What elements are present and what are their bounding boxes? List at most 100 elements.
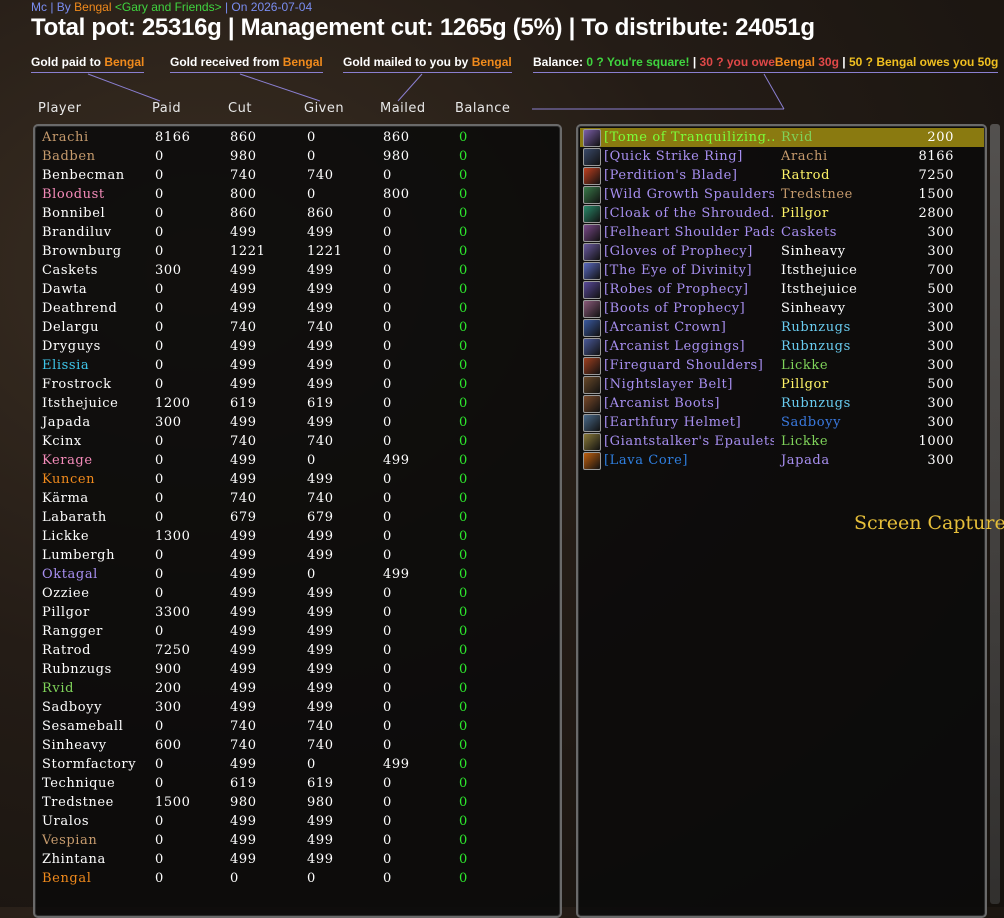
given-value: 499 (307, 377, 334, 392)
player-row[interactable]: Dryguys 0 499 499 0 0 (35, 337, 560, 356)
loot-row[interactable]: [Wild Growth Spaulders] Tredstnee 1500 (580, 185, 984, 204)
player-row[interactable]: Pillgor 3300 499 499 0 0 (35, 603, 560, 622)
player-name: Ratrod (42, 643, 92, 658)
player-row[interactable]: Bengal 0 0 0 0 0 (35, 869, 560, 888)
item-link[interactable]: [The Eye of Divinity] (604, 263, 774, 278)
orb-icon (583, 262, 601, 280)
item-link[interactable]: [Cloak of the Shrouded... (604, 206, 774, 221)
player-row[interactable]: Arachi 8166 860 0 860 0 (35, 128, 560, 147)
loot-row[interactable]: [Quick Strike Ring] Arachi 8166 (580, 147, 984, 166)
player-row[interactable]: Labarath 0 679 679 0 0 (35, 508, 560, 527)
player-row[interactable]: Technique 0 619 619 0 0 (35, 774, 560, 793)
player-row[interactable]: Frostrock 0 499 499 0 0 (35, 375, 560, 394)
player-row[interactable]: Delargu 0 740 740 0 0 (35, 318, 560, 337)
player-row[interactable]: Elissia 0 499 499 0 0 (35, 356, 560, 375)
mailed-value: 0 (383, 586, 392, 601)
winner-name: Sinheavy (781, 244, 846, 259)
item-link[interactable]: [Tome of Tranquilizing... (604, 130, 774, 145)
item-link[interactable]: [Nightslayer Belt] (604, 377, 774, 392)
loot-row[interactable]: [The Eye of Divinity] Itsthejuice 700 (580, 261, 984, 280)
player-row[interactable]: Kuncen 0 499 499 0 0 (35, 470, 560, 489)
loot-row[interactable]: [Arcanist Leggings] Rubnzugs 300 (580, 337, 984, 356)
player-row[interactable]: Ratrod 7250 499 499 0 0 (35, 641, 560, 660)
winner-name: Arachi (781, 149, 828, 164)
player-row[interactable]: Badben 0 980 0 980 0 (35, 147, 560, 166)
item-link[interactable]: [Lava Core] (604, 453, 774, 468)
player-row[interactable]: Ozziee 0 499 499 0 0 (35, 584, 560, 603)
item-price: 300 (927, 396, 954, 411)
loot-row[interactable]: [Boots of Prophecy] Sinheavy 300 (580, 299, 984, 318)
player-row[interactable]: Bonnibel 0 860 860 0 0 (35, 204, 560, 223)
player-row[interactable]: Sinheavy 600 740 740 0 0 (35, 736, 560, 755)
player-row[interactable]: Kärma 0 740 740 0 0 (35, 489, 560, 508)
loot-row[interactable]: [Nightslayer Belt] Pillgor 500 (580, 375, 984, 394)
player-name: Delargu (42, 320, 100, 335)
paid-value: 0 (155, 453, 164, 468)
loot-row[interactable]: [Cloak of the Shrouded... Pillgor 2800 (580, 204, 984, 223)
player-row[interactable]: Stormfactory 0 499 0 499 0 (35, 755, 560, 774)
winner-name: Lickke (781, 434, 829, 449)
loot-row[interactable]: [Fireguard Shoulders] Lickke 300 (580, 356, 984, 375)
item-link[interactable]: [Boots of Prophecy] (604, 301, 774, 316)
player-row[interactable]: Sadboyy 300 499 499 0 0 (35, 698, 560, 717)
item-link[interactable]: [Robes of Prophecy] (604, 282, 774, 297)
loot-row[interactable]: [Gloves of Prophecy] Sinheavy 300 (580, 242, 984, 261)
item-link[interactable]: [Wild Growth Spaulders] (604, 187, 774, 202)
paid-value: 0 (155, 491, 164, 506)
player-row[interactable]: Zhintana 0 499 499 0 0 (35, 850, 560, 869)
player-row[interactable]: Caskets 300 499 499 0 0 (35, 261, 560, 280)
player-row[interactable]: Benbecman 0 740 740 0 0 (35, 166, 560, 185)
item-link[interactable]: [Arcanist Crown] (604, 320, 774, 335)
col-header-given[interactable]: Given (304, 101, 344, 116)
item-link[interactable]: [Arcanist Boots] (604, 396, 774, 411)
loot-row[interactable]: [Perdition's Blade] Ratrod 7250 (580, 166, 984, 185)
player-row[interactable]: Japada 300 499 499 0 0 (35, 413, 560, 432)
item-link[interactable]: [Gloves of Prophecy] (604, 244, 774, 259)
col-header-mailed[interactable]: Mailed (380, 101, 426, 116)
loot-row[interactable]: [Tome of Tranquilizing... Rvid 200 (580, 128, 984, 147)
balance-value: 0 (459, 871, 468, 886)
player-row[interactable]: Sesameball 0 740 740 0 0 (35, 717, 560, 736)
player-name: Lickke (42, 529, 90, 544)
loot-row[interactable]: [Lava Core] Japada 300 (580, 451, 984, 470)
player-row[interactable]: Dawta 0 499 499 0 0 (35, 280, 560, 299)
item-link[interactable]: [Giantstalker's Epaulets] (604, 434, 774, 449)
given-value: 499 (307, 529, 334, 544)
item-link[interactable]: [Perdition's Blade] (604, 168, 774, 183)
item-link[interactable]: [Felheart Shoulder Pads] (604, 225, 774, 240)
loot-row[interactable]: [Giantstalker's Epaulets] Lickke 1000 (580, 432, 984, 451)
player-row[interactable]: Kerage 0 499 0 499 0 (35, 451, 560, 470)
loot-row[interactable]: [Felheart Shoulder Pads] Caskets 300 (580, 223, 984, 242)
loot-row[interactable]: [Robes of Prophecy] Itsthejuice 500 (580, 280, 984, 299)
cut-value: 499 (230, 263, 257, 278)
player-row[interactable]: Deathrend 0 499 499 0 0 (35, 299, 560, 318)
col-header-cut[interactable]: Cut (228, 101, 252, 116)
player-row[interactable]: Tredstnee 1500 980 980 0 0 (35, 793, 560, 812)
col-header-player[interactable]: Player (38, 101, 81, 116)
item-link[interactable]: [Quick Strike Ring] (604, 149, 774, 164)
item-link[interactable]: [Fireguard Shoulders] (604, 358, 774, 373)
player-row[interactable]: Rubnzugs 900 499 499 0 0 (35, 660, 560, 679)
item-link[interactable]: [Earthfury Helmet] (604, 415, 774, 430)
player-row[interactable]: Bloodust 0 800 0 800 0 (35, 185, 560, 204)
loot-row[interactable]: [Arcanist Crown] Rubnzugs 300 (580, 318, 984, 337)
player-row[interactable]: Brownburg 0 1221 1221 0 0 (35, 242, 560, 261)
player-row[interactable]: Itsthejuice 1200 619 619 0 0 (35, 394, 560, 413)
player-row[interactable]: Rangger 0 499 499 0 0 (35, 622, 560, 641)
item-link[interactable]: [Arcanist Leggings] (604, 339, 774, 354)
player-row[interactable]: Kcinx 0 740 740 0 0 (35, 432, 560, 451)
balance-value: 0 (459, 719, 468, 734)
col-header-paid[interactable]: Paid (152, 101, 181, 116)
player-row[interactable]: Lumbergh 0 499 499 0 0 (35, 546, 560, 565)
player-row[interactable]: Vespian 0 499 499 0 0 (35, 831, 560, 850)
player-row[interactable]: Rvid 200 499 499 0 0 (35, 679, 560, 698)
loot-row[interactable]: [Earthfury Helmet] Sadboyy 300 (580, 413, 984, 432)
player-name: Kuncen (42, 472, 96, 487)
col-header-balance[interactable]: Balance (455, 101, 510, 116)
player-row[interactable]: Brandiluv 0 499 499 0 0 (35, 223, 560, 242)
player-row[interactable]: Lickke 1300 499 499 0 0 (35, 527, 560, 546)
player-row[interactable]: Uralos 0 499 499 0 0 (35, 812, 560, 831)
loot-row[interactable]: [Arcanist Boots] Rubnzugs 300 (580, 394, 984, 413)
player-row[interactable]: Oktagal 0 499 0 499 0 (35, 565, 560, 584)
balance-value: 0 (459, 795, 468, 810)
